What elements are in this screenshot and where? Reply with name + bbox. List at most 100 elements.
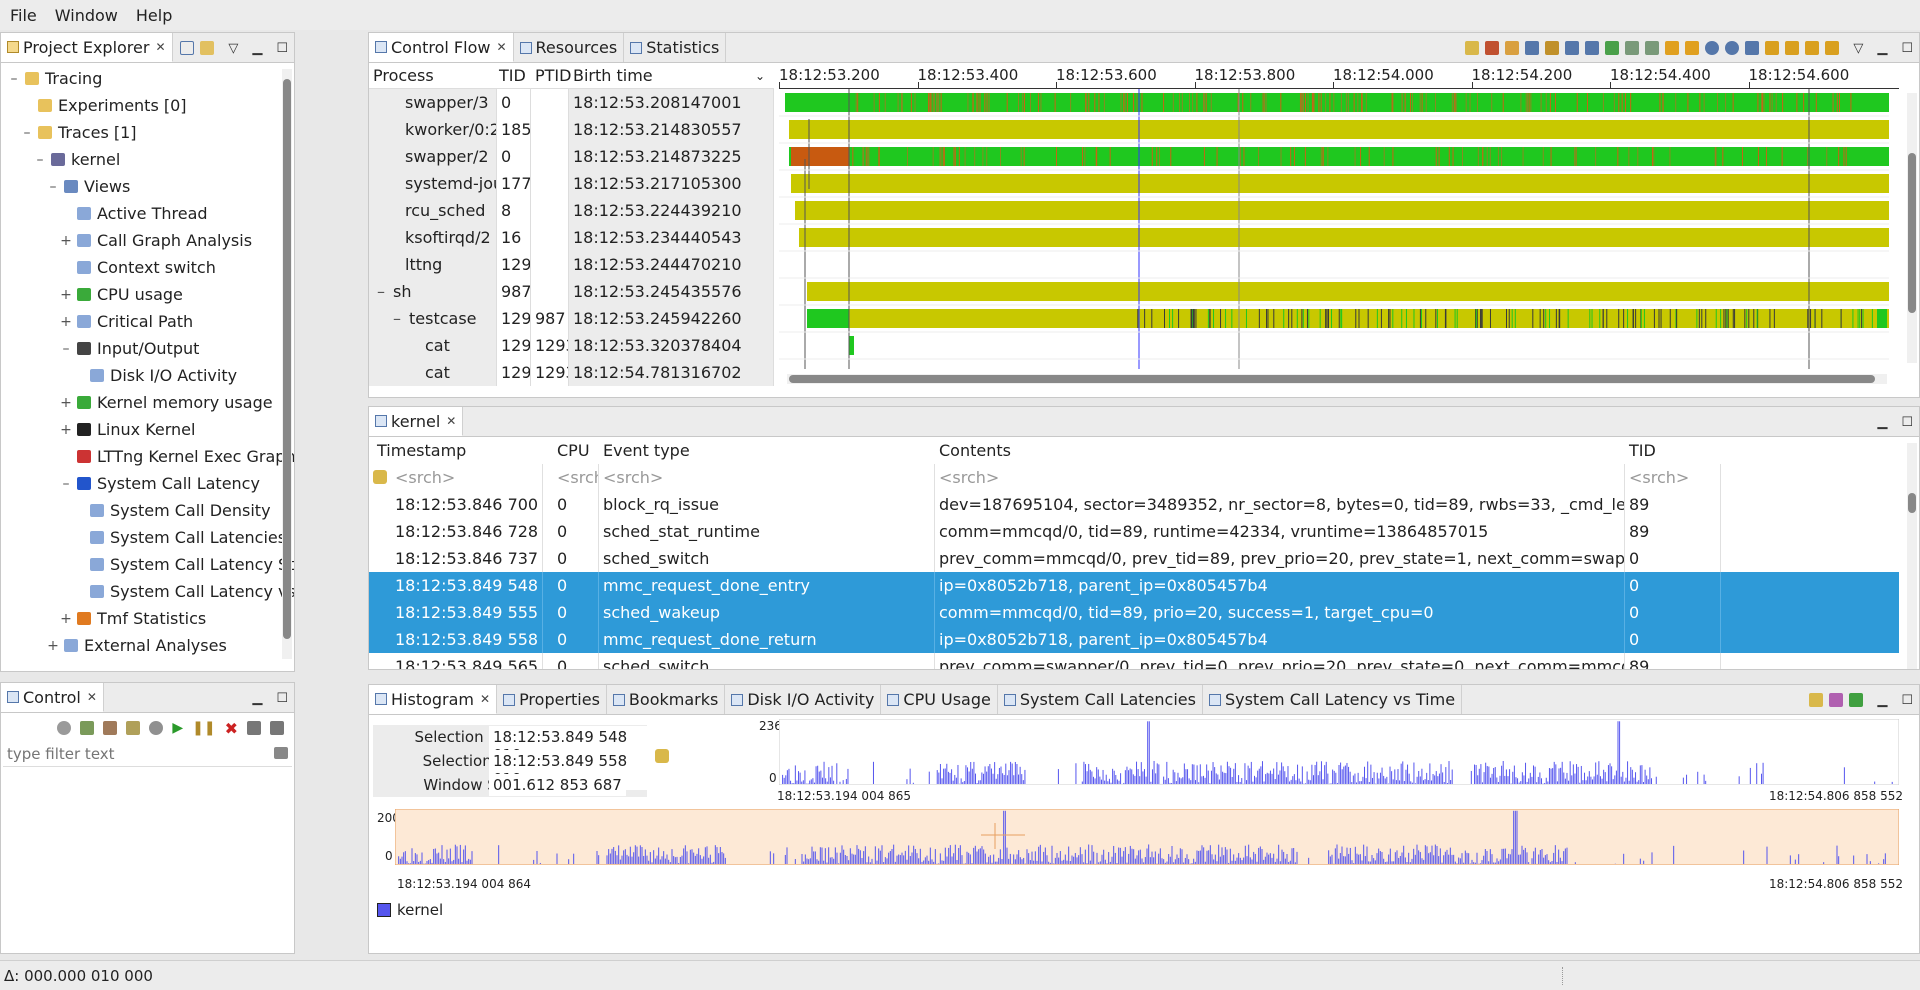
show-arrows-icon[interactable] xyxy=(1525,41,1540,55)
view-menu-icon[interactable]: ▽ xyxy=(228,41,238,56)
reset-scale-icon[interactable] xyxy=(1545,41,1560,55)
tree-item-system-call-latency[interactable]: – System Call Latency xyxy=(1,470,260,497)
tree-item-cpu-usage[interactable]: + CPU usage xyxy=(1,281,183,308)
tab-properties[interactable]: Properties xyxy=(497,685,607,714)
chevron-down-icon[interactable]: ⌄ xyxy=(755,69,765,83)
tab-latencies[interactable]: System Call Latencies xyxy=(998,685,1203,714)
tab-bookmarks[interactable]: Bookmarks xyxy=(607,685,726,714)
process-row[interactable]: cat 1291293 18:12:54.781316702 xyxy=(369,359,774,386)
filter-icon[interactable] xyxy=(1485,41,1500,55)
tab-statistics[interactable]: Statistics xyxy=(624,33,727,62)
collapse-icon[interactable]: – xyxy=(59,341,73,357)
select-prev-icon[interactable] xyxy=(1805,41,1820,55)
process-row[interactable]: systemd-journal 177 18:12:53.217105300 xyxy=(369,170,774,197)
clear-filter-icon[interactable] xyxy=(274,747,288,759)
col-process[interactable]: Process xyxy=(373,66,434,85)
snapshot-icon[interactable] xyxy=(247,721,261,735)
legend-icon[interactable] xyxy=(1465,41,1480,55)
menu-help[interactable]: Help xyxy=(136,6,172,25)
tree-scrollbar[interactable] xyxy=(282,69,292,659)
process-row[interactable]: swapper/3 0 18:12:53.208147001 xyxy=(369,89,774,116)
tree-item-views[interactable]: – Views xyxy=(1,173,131,200)
tree-item-external-analyses[interactable]: + External Analyses xyxy=(1,632,227,658)
tree-item-call-graph-analysis[interactable]: + Call Graph Analysis xyxy=(1,227,252,254)
add-bookmark-icon[interactable] xyxy=(1605,41,1620,55)
window-span-value[interactable]: 001.612 853 687 xyxy=(489,774,626,796)
collapse-icon[interactable]: – xyxy=(20,125,34,141)
minimize-icon[interactable]: ▁ xyxy=(1877,693,1887,708)
prev-item-icon[interactable] xyxy=(1665,41,1680,55)
tree-item-experiments-0[interactable]: Experiments [0] xyxy=(1,92,187,119)
process-row[interactable]: lttng 129 18:12:53.244470210 xyxy=(369,251,774,278)
minimize-icon[interactable]: ▁ xyxy=(1877,415,1887,430)
column-search-field[interactable]: <srch> xyxy=(935,464,1625,491)
next-item-icon[interactable] xyxy=(1685,41,1700,55)
close-icon[interactable]: ✕ xyxy=(496,40,506,54)
sync-icon[interactable] xyxy=(1809,693,1824,707)
tree-item-tmf-statistics[interactable]: + Tmf Statistics xyxy=(1,605,206,632)
column-header[interactable]: CPU xyxy=(553,437,599,464)
process-row[interactable]: – testcase 129 987 18:12:53.245942260 xyxy=(369,305,774,332)
connect-icon[interactable] xyxy=(57,721,72,735)
tree-item-kernel[interactable]: – kernel xyxy=(1,146,121,173)
expand-icon[interactable]: + xyxy=(59,422,73,438)
maximize-icon[interactable]: ☐ xyxy=(1901,693,1913,708)
expand-icon[interactable]: + xyxy=(59,287,73,303)
expand-icon[interactable]: + xyxy=(46,638,60,654)
close-icon[interactable]: ✕ xyxy=(480,692,490,706)
minimize-icon[interactable]: ▁ xyxy=(252,691,262,706)
tab-cpu[interactable]: CPU Usage xyxy=(881,685,998,714)
pause-icon[interactable]: ❚❚ xyxy=(192,720,215,736)
event-row[interactable]: 18:12:53.849 558 0190mmc_request_done_re… xyxy=(369,626,1899,653)
zoom-out-icon[interactable] xyxy=(1725,41,1740,55)
expand-icon[interactable]: + xyxy=(59,233,73,249)
collapse-icon[interactable]: – xyxy=(393,309,409,328)
time-scale[interactable]: 18:12:53.200 18:12:53.400 18:12:53.600 18:1… xyxy=(779,63,1899,89)
event-row[interactable]: 18:12:53.846 737 2590sched_switchprev_co… xyxy=(369,545,1899,572)
hide-lost-events-icon[interactable] xyxy=(1829,693,1844,707)
event-row[interactable]: 18:12:53.849 555 0190sched_wakeupcomm=mm… xyxy=(369,599,1899,626)
collapse-icon[interactable]: – xyxy=(377,282,393,301)
tree-item-traces-1[interactable]: – Traces [1] xyxy=(1,119,137,146)
column-header[interactable]: TID xyxy=(1625,437,1721,464)
tab-control[interactable]: Control ✕ xyxy=(1,683,104,712)
process-row[interactable]: rcu_sched 8 18:12:53.224439210 xyxy=(369,197,774,224)
col-birth-time[interactable]: Birth time xyxy=(573,66,653,85)
event-row[interactable]: 18:12:53.849 548 0190mmc_request_done_en… xyxy=(369,572,1899,599)
process-row[interactable]: – sh 987 18:12:53.245435576 xyxy=(369,278,774,305)
timegraph-hscroll[interactable] xyxy=(787,374,1887,384)
collapse-all-icon[interactable] xyxy=(180,41,195,55)
col-ptid[interactable]: PTID xyxy=(535,66,571,85)
prev-bookmark-icon[interactable] xyxy=(1625,41,1640,55)
expand-icon[interactable]: + xyxy=(59,395,73,411)
tab-resources[interactable]: Resources xyxy=(514,33,625,62)
tab-project-explorer[interactable]: Project Explorer ✕ xyxy=(1,33,173,62)
tab-disk-io[interactable]: Disk I/O Activity xyxy=(725,685,882,714)
column-header[interactable]: Event type xyxy=(599,437,935,464)
column-search-field[interactable]: <srch> xyxy=(599,464,935,491)
enable-event-icon[interactable] xyxy=(103,721,118,735)
events-vscroll[interactable] xyxy=(1907,443,1917,669)
column-search-field[interactable]: <srch> xyxy=(553,464,599,491)
legend-toggle-icon[interactable] xyxy=(1849,693,1864,707)
close-icon[interactable]: ✕ xyxy=(446,414,456,428)
menu-file[interactable]: File xyxy=(10,6,37,25)
filter-input[interactable] xyxy=(3,743,273,765)
optimize-icon[interactable] xyxy=(1505,41,1520,55)
collapse-icon[interactable]: – xyxy=(46,179,60,195)
tree-item-active-thread[interactable]: Active Thread xyxy=(1,200,208,227)
tree-item-disk-i-o-activity[interactable]: Disk I/O Activity xyxy=(1,362,237,389)
maximize-icon[interactable]: ☐ xyxy=(276,41,288,56)
follow-arrow-fwd-icon[interactable] xyxy=(1785,41,1800,55)
follow-arrow-back-icon[interactable] xyxy=(1765,41,1780,55)
maximize-icon[interactable]: ☐ xyxy=(1901,415,1913,430)
maximize-icon[interactable]: ☐ xyxy=(276,691,288,706)
time-range-histogram[interactable] xyxy=(779,719,1899,785)
tab-latency-vs-time[interactable]: System Call Latency vs Time xyxy=(1203,685,1463,714)
next-bookmark-icon[interactable] xyxy=(1645,41,1660,55)
tree-item-linux-kernel[interactable]: + Linux Kernel xyxy=(1,416,195,443)
expand-icon[interactable]: + xyxy=(59,611,73,627)
sync-selection-icon[interactable] xyxy=(655,749,669,763)
maximize-icon[interactable]: ☐ xyxy=(1901,41,1913,56)
column-header[interactable]: Contents xyxy=(935,437,1625,464)
